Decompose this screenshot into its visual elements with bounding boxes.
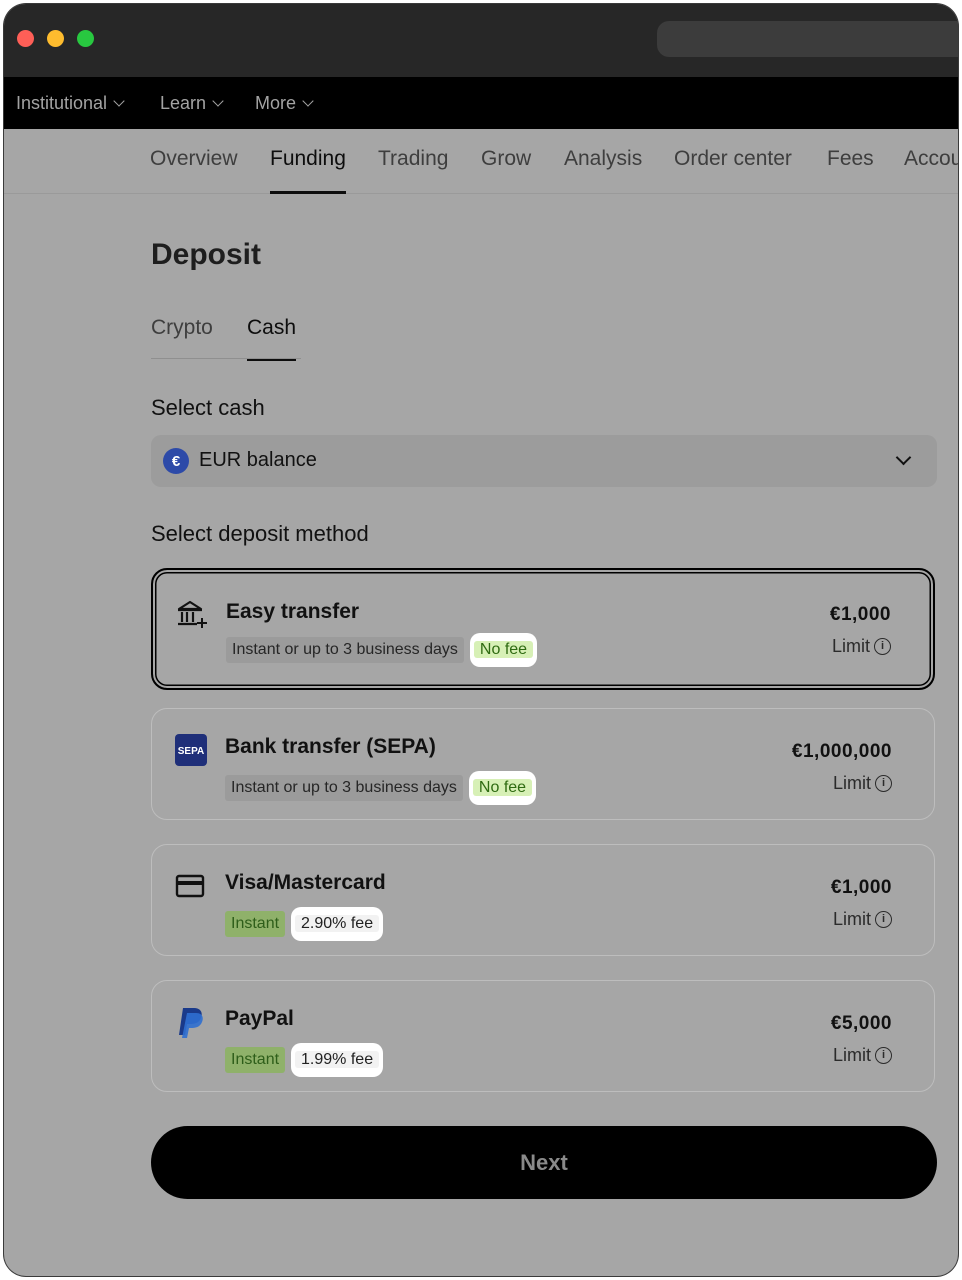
divider [151, 358, 301, 359]
method-fee: 2.90% fee [295, 915, 380, 932]
method-fee: No fee [472, 779, 533, 796]
method-card-easy-transfer[interactable]: Easy transfer Instant or up to 3 busines… [151, 568, 935, 690]
nav-more-label: More [255, 92, 297, 113]
paypal-icon [179, 1008, 203, 1038]
limit-label: Limit [832, 773, 871, 793]
maximize-window-button[interactable] [77, 30, 94, 47]
method-details: Instant 1.99% fee [225, 1042, 384, 1078]
tab-funding[interactable]: Funding [270, 129, 346, 194]
chevron-down-icon [302, 94, 314, 107]
subtab-cash[interactable]: Cash [247, 309, 297, 361]
method-limit-amount: €5,000 [830, 1013, 892, 1034]
info-icon[interactable]: i [875, 1047, 892, 1064]
page-title: Deposit [151, 238, 262, 271]
tab-overview[interactable]: Overview [150, 129, 238, 193]
nav-institutional-label: Institutional [16, 92, 108, 113]
method-limit[interactable]: Limit i [833, 909, 892, 930]
info-icon[interactable]: i [875, 775, 892, 792]
method-details: Instant or up to 3 business days No fee [226, 632, 538, 668]
method-limit-amount: €1,000 [829, 604, 891, 625]
method-timing: Instant or up to 3 business days [226, 637, 464, 663]
method-title: Easy transfer [226, 600, 360, 623]
method-timing: Instant or up to 3 business days [225, 775, 463, 801]
chevron-down-icon [895, 449, 912, 466]
subtab-crypto[interactable]: Crypto [151, 309, 213, 361]
method-card-sepa[interactable]: SEPA Bank transfer (SEPA) Instant or up … [151, 708, 935, 820]
method-fee: 1.99% fee [295, 1051, 380, 1068]
nav-institutional[interactable]: Institutional [16, 77, 125, 129]
method-title: Visa/Mastercard [225, 871, 386, 894]
nav-learn[interactable]: Learn [160, 77, 224, 129]
sepa-text: SEPA [178, 746, 205, 757]
address-bar[interactable] [657, 21, 958, 57]
nav-more[interactable]: More [255, 77, 314, 129]
select-cash-label: Select cash [151, 395, 265, 420]
deposit-type-tabs: Crypto Cash [151, 309, 301, 361]
limit-label: Limit [831, 636, 870, 656]
chevron-down-icon [113, 94, 125, 107]
browser-window: Institutional Learn More Overview Fundin… [4, 4, 958, 1276]
method-card-visa-mastercard[interactable]: Visa/Mastercard Instant 2.90% fee €1,000… [151, 844, 935, 956]
method-title: Bank transfer (SEPA) [225, 735, 436, 758]
method-limit[interactable]: Limit i [833, 773, 892, 794]
fee-highlight: 2.90% fee [291, 907, 384, 941]
method-title: PayPal [225, 1007, 294, 1030]
tab-fees[interactable]: Fees [827, 129, 874, 193]
top-navigation: Institutional Learn More [4, 77, 958, 129]
tab-grow[interactable]: Grow [481, 129, 531, 193]
cash-balance-select[interactable]: € EUR balance [151, 435, 937, 487]
method-timing: Instant [225, 1047, 286, 1073]
limit-label: Limit [832, 909, 871, 929]
title-bar [4, 4, 958, 77]
method-fee: No fee [473, 641, 534, 658]
method-details: Instant or up to 3 business days No fee [225, 770, 537, 806]
info-icon[interactable]: i [874, 638, 891, 655]
info-icon[interactable]: i [875, 911, 892, 928]
limit-label: Limit [832, 1045, 871, 1065]
bank-icon [177, 600, 207, 628]
minimize-window-button[interactable] [47, 30, 64, 47]
chevron-down-icon [212, 94, 224, 107]
fee-highlight: No fee [469, 633, 538, 667]
tab-analysis[interactable]: Analysis [564, 129, 642, 193]
fee-highlight: 1.99% fee [291, 1043, 384, 1077]
method-details: Instant 2.90% fee [225, 906, 384, 942]
method-timing: Instant [225, 911, 286, 937]
tab-trading[interactable]: Trading [378, 129, 448, 193]
method-card-paypal[interactable]: PayPal Instant 1.99% fee €5,000 Limit i [151, 980, 935, 1092]
sepa-icon: SEPA [175, 734, 207, 766]
method-limit[interactable]: Limit i [832, 636, 891, 657]
method-limit-amount: €1,000 [830, 877, 892, 898]
method-limit[interactable]: Limit i [833, 1045, 892, 1066]
fee-highlight: No fee [468, 771, 537, 805]
next-button[interactable]: Next [151, 1126, 937, 1199]
credit-card-icon [175, 874, 205, 898]
euro-icon: € [163, 448, 189, 474]
nav-learn-label: Learn [160, 92, 207, 113]
select-value: EUR balance [199, 449, 317, 471]
close-window-button[interactable] [17, 30, 34, 47]
method-limit-amount: €1,000,000 [791, 741, 892, 762]
select-method-label: Select deposit method [151, 521, 369, 546]
section-tabs: Overview Funding Trading Grow Analysis O… [4, 129, 958, 194]
tab-order-center[interactable]: Order center [674, 129, 792, 193]
tab-account[interactable]: Account [904, 129, 958, 193]
